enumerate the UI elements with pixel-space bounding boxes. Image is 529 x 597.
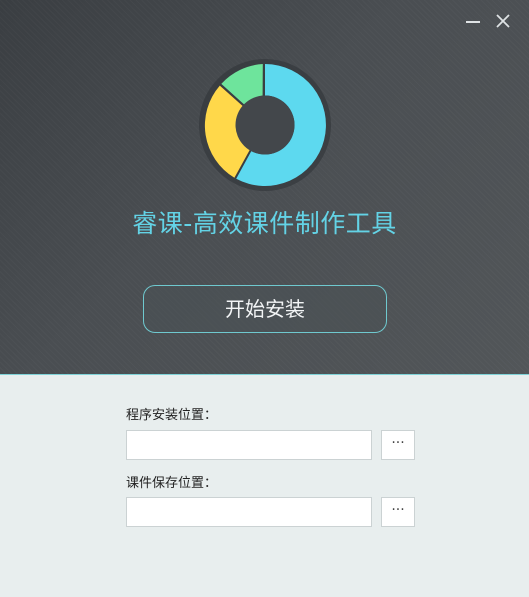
close-button[interactable] bbox=[492, 10, 514, 32]
installer-window: 睿课-高效课件制作工具 开始安装 程序安装位置： ··· 课件保存位置： ··· bbox=[0, 0, 529, 597]
install-path-label: 程序安装位置： bbox=[126, 408, 218, 423]
header-panel: 睿课-高效课件制作工具 开始安装 bbox=[0, 0, 529, 374]
install-path-browse-button[interactable]: ··· bbox=[381, 430, 415, 460]
install-path-input[interactable] bbox=[126, 430, 372, 460]
close-icon bbox=[496, 14, 510, 28]
app-title: 睿课-高效课件制作工具 bbox=[132, 209, 397, 238]
app-logo-icon bbox=[199, 59, 331, 191]
settings-panel bbox=[0, 374, 529, 597]
start-install-button[interactable]: 开始安装 bbox=[143, 285, 387, 333]
save-path-input[interactable] bbox=[126, 497, 372, 527]
save-path-browse-button[interactable]: ··· bbox=[381, 497, 415, 527]
minimize-icon bbox=[466, 21, 480, 23]
minimize-button[interactable] bbox=[462, 10, 484, 32]
save-path-label: 课件保存位置： bbox=[126, 476, 218, 491]
